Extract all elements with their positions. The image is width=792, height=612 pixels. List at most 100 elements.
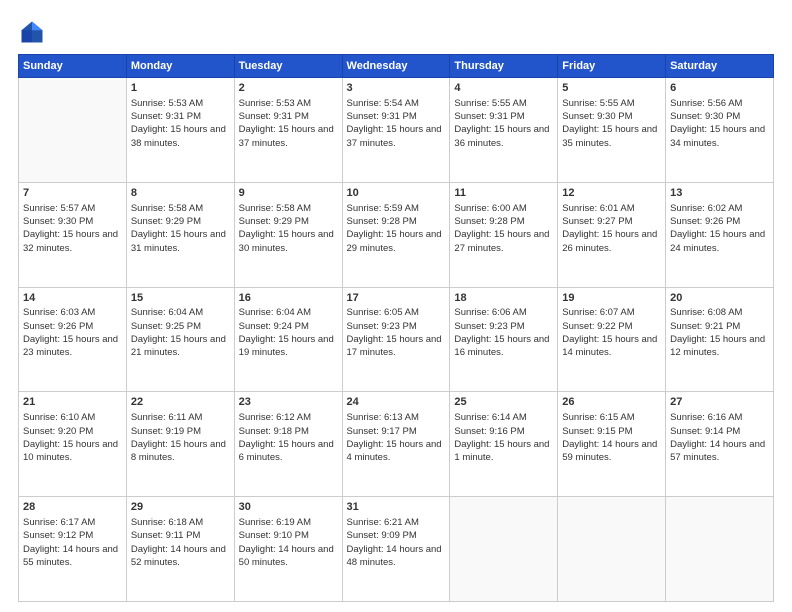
day-cell: 28Sunrise: 6:17 AMSunset: 9:12 PMDayligh… <box>19 497 127 602</box>
day-cell: 24Sunrise: 6:13 AMSunset: 9:17 PMDayligh… <box>342 392 450 497</box>
day-info: Sunrise: 6:17 AMSunset: 9:12 PMDaylight:… <box>23 516 122 569</box>
week-row-2: 7Sunrise: 5:57 AMSunset: 9:30 PMDaylight… <box>19 182 774 287</box>
day-info: Sunrise: 6:14 AMSunset: 9:16 PMDaylight:… <box>454 411 553 464</box>
day-info: Sunrise: 6:15 AMSunset: 9:15 PMDaylight:… <box>562 411 661 464</box>
day-cell: 15Sunrise: 6:04 AMSunset: 9:25 PMDayligh… <box>126 287 234 392</box>
day-number: 1 <box>131 81 230 96</box>
header-row: SundayMondayTuesdayWednesdayThursdayFrid… <box>19 55 774 78</box>
day-number: 6 <box>670 81 769 96</box>
day-info: Sunrise: 5:58 AMSunset: 9:29 PMDaylight:… <box>239 202 338 255</box>
day-number: 21 <box>23 395 122 410</box>
day-info: Sunrise: 6:03 AMSunset: 9:26 PMDaylight:… <box>23 306 122 359</box>
day-info: Sunrise: 6:04 AMSunset: 9:25 PMDaylight:… <box>131 306 230 359</box>
day-cell: 13Sunrise: 6:02 AMSunset: 9:26 PMDayligh… <box>666 182 774 287</box>
day-cell <box>19 78 127 183</box>
day-info: Sunrise: 6:12 AMSunset: 9:18 PMDaylight:… <box>239 411 338 464</box>
day-info: Sunrise: 5:59 AMSunset: 9:28 PMDaylight:… <box>347 202 446 255</box>
day-info: Sunrise: 6:19 AMSunset: 9:10 PMDaylight:… <box>239 516 338 569</box>
day-info: Sunrise: 5:58 AMSunset: 9:29 PMDaylight:… <box>131 202 230 255</box>
day-number: 14 <box>23 291 122 306</box>
day-number: 30 <box>239 500 338 515</box>
day-header-monday: Monday <box>126 55 234 78</box>
week-row-5: 28Sunrise: 6:17 AMSunset: 9:12 PMDayligh… <box>19 497 774 602</box>
logo <box>18 18 50 46</box>
day-number: 12 <box>562 186 661 201</box>
day-cell: 27Sunrise: 6:16 AMSunset: 9:14 PMDayligh… <box>666 392 774 497</box>
week-row-4: 21Sunrise: 6:10 AMSunset: 9:20 PMDayligh… <box>19 392 774 497</box>
day-info: Sunrise: 6:08 AMSunset: 9:21 PMDaylight:… <box>670 306 769 359</box>
day-info: Sunrise: 5:53 AMSunset: 9:31 PMDaylight:… <box>239 97 338 150</box>
day-number: 23 <box>239 395 338 410</box>
day-number: 8 <box>131 186 230 201</box>
day-info: Sunrise: 5:53 AMSunset: 9:31 PMDaylight:… <box>131 97 230 150</box>
day-info: Sunrise: 5:54 AMSunset: 9:31 PMDaylight:… <box>347 97 446 150</box>
day-cell: 14Sunrise: 6:03 AMSunset: 9:26 PMDayligh… <box>19 287 127 392</box>
day-cell: 9Sunrise: 5:58 AMSunset: 9:29 PMDaylight… <box>234 182 342 287</box>
day-info: Sunrise: 5:56 AMSunset: 9:30 PMDaylight:… <box>670 97 769 150</box>
day-number: 5 <box>562 81 661 96</box>
day-cell: 1Sunrise: 5:53 AMSunset: 9:31 PMDaylight… <box>126 78 234 183</box>
day-cell: 11Sunrise: 6:00 AMSunset: 9:28 PMDayligh… <box>450 182 558 287</box>
day-info: Sunrise: 5:55 AMSunset: 9:31 PMDaylight:… <box>454 97 553 150</box>
day-info: Sunrise: 6:21 AMSunset: 9:09 PMDaylight:… <box>347 516 446 569</box>
day-number: 16 <box>239 291 338 306</box>
day-number: 27 <box>670 395 769 410</box>
day-number: 2 <box>239 81 338 96</box>
day-info: Sunrise: 5:55 AMSunset: 9:30 PMDaylight:… <box>562 97 661 150</box>
day-cell: 20Sunrise: 6:08 AMSunset: 9:21 PMDayligh… <box>666 287 774 392</box>
day-header-tuesday: Tuesday <box>234 55 342 78</box>
day-header-wednesday: Wednesday <box>342 55 450 78</box>
day-cell: 8Sunrise: 5:58 AMSunset: 9:29 PMDaylight… <box>126 182 234 287</box>
day-cell: 31Sunrise: 6:21 AMSunset: 9:09 PMDayligh… <box>342 497 450 602</box>
day-number: 17 <box>347 291 446 306</box>
day-info: Sunrise: 6:01 AMSunset: 9:27 PMDaylight:… <box>562 202 661 255</box>
day-cell <box>558 497 666 602</box>
day-cell: 5Sunrise: 5:55 AMSunset: 9:30 PMDaylight… <box>558 78 666 183</box>
day-info: Sunrise: 6:05 AMSunset: 9:23 PMDaylight:… <box>347 306 446 359</box>
day-cell: 10Sunrise: 5:59 AMSunset: 9:28 PMDayligh… <box>342 182 450 287</box>
day-number: 3 <box>347 81 446 96</box>
calendar-body: 1Sunrise: 5:53 AMSunset: 9:31 PMDaylight… <box>19 78 774 602</box>
day-info: Sunrise: 6:02 AMSunset: 9:26 PMDaylight:… <box>670 202 769 255</box>
day-number: 9 <box>239 186 338 201</box>
calendar-header: SundayMondayTuesdayWednesdayThursdayFrid… <box>19 55 774 78</box>
day-number: 25 <box>454 395 553 410</box>
day-cell: 4Sunrise: 5:55 AMSunset: 9:31 PMDaylight… <box>450 78 558 183</box>
week-row-3: 14Sunrise: 6:03 AMSunset: 9:26 PMDayligh… <box>19 287 774 392</box>
day-header-sunday: Sunday <box>19 55 127 78</box>
day-info: Sunrise: 6:11 AMSunset: 9:19 PMDaylight:… <box>131 411 230 464</box>
day-cell: 6Sunrise: 5:56 AMSunset: 9:30 PMDaylight… <box>666 78 774 183</box>
day-info: Sunrise: 6:10 AMSunset: 9:20 PMDaylight:… <box>23 411 122 464</box>
day-number: 10 <box>347 186 446 201</box>
day-number: 15 <box>131 291 230 306</box>
day-cell <box>666 497 774 602</box>
day-info: Sunrise: 6:00 AMSunset: 9:28 PMDaylight:… <box>454 202 553 255</box>
day-cell: 18Sunrise: 6:06 AMSunset: 9:23 PMDayligh… <box>450 287 558 392</box>
day-number: 20 <box>670 291 769 306</box>
day-number: 26 <box>562 395 661 410</box>
day-cell: 19Sunrise: 6:07 AMSunset: 9:22 PMDayligh… <box>558 287 666 392</box>
day-number: 18 <box>454 291 553 306</box>
day-cell: 17Sunrise: 6:05 AMSunset: 9:23 PMDayligh… <box>342 287 450 392</box>
day-header-saturday: Saturday <box>666 55 774 78</box>
day-cell: 7Sunrise: 5:57 AMSunset: 9:30 PMDaylight… <box>19 182 127 287</box>
day-number: 13 <box>670 186 769 201</box>
day-header-friday: Friday <box>558 55 666 78</box>
day-number: 4 <box>454 81 553 96</box>
day-cell: 2Sunrise: 5:53 AMSunset: 9:31 PMDaylight… <box>234 78 342 183</box>
day-number: 28 <box>23 500 122 515</box>
day-info: Sunrise: 6:07 AMSunset: 9:22 PMDaylight:… <box>562 306 661 359</box>
day-cell: 21Sunrise: 6:10 AMSunset: 9:20 PMDayligh… <box>19 392 127 497</box>
day-number: 7 <box>23 186 122 201</box>
day-number: 29 <box>131 500 230 515</box>
day-info: Sunrise: 6:06 AMSunset: 9:23 PMDaylight:… <box>454 306 553 359</box>
day-cell: 25Sunrise: 6:14 AMSunset: 9:16 PMDayligh… <box>450 392 558 497</box>
day-info: Sunrise: 6:16 AMSunset: 9:14 PMDaylight:… <box>670 411 769 464</box>
day-cell: 3Sunrise: 5:54 AMSunset: 9:31 PMDaylight… <box>342 78 450 183</box>
day-info: Sunrise: 6:13 AMSunset: 9:17 PMDaylight:… <box>347 411 446 464</box>
day-cell: 16Sunrise: 6:04 AMSunset: 9:24 PMDayligh… <box>234 287 342 392</box>
week-row-1: 1Sunrise: 5:53 AMSunset: 9:31 PMDaylight… <box>19 78 774 183</box>
day-cell: 12Sunrise: 6:01 AMSunset: 9:27 PMDayligh… <box>558 182 666 287</box>
day-cell: 23Sunrise: 6:12 AMSunset: 9:18 PMDayligh… <box>234 392 342 497</box>
day-info: Sunrise: 5:57 AMSunset: 9:30 PMDaylight:… <box>23 202 122 255</box>
